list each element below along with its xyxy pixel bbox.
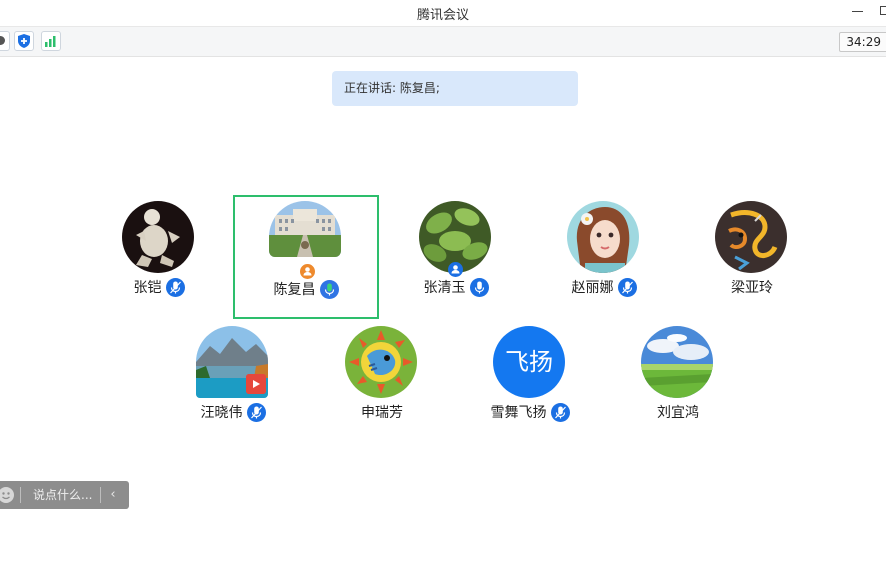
participant-tile[interactable]: 申瑞芳 <box>309 320 455 444</box>
participant-tile[interactable]: 张清玉 <box>383 195 529 319</box>
avatar <box>122 201 194 273</box>
speaking-indicator: 正在讲话: 陈复昌; <box>332 71 578 106</box>
shield-icon[interactable] <box>14 31 34 51</box>
participant-name-row: 张铠 <box>86 277 232 297</box>
microphone-icon <box>469 277 489 297</box>
meeting-timer: 34:29 <box>839 32 886 52</box>
minimize-icon[interactable] <box>852 11 863 12</box>
participant-name: 赵丽娜 <box>571 280 614 296</box>
participant-name: 雪舞飞扬 <box>490 405 547 421</box>
participant-name-row: 陈复昌 <box>235 279 377 299</box>
emoji-icon[interactable] <box>0 487 14 503</box>
participant-name: 申瑞芳 <box>361 405 403 421</box>
chat-bar: 说点什么... ‹ <box>0 481 129 509</box>
avatar <box>641 326 713 398</box>
microphone-icon <box>246 402 266 422</box>
avatar <box>345 326 417 398</box>
microphone-icon <box>550 402 570 422</box>
maximize-icon[interactable] <box>880 6 886 15</box>
microphone-icon <box>165 277 185 297</box>
participant-name-row: 汪晓伟 <box>160 402 306 422</box>
avatar <box>567 201 639 273</box>
window-title: 腾讯会议 <box>416 8 469 23</box>
chevron-left-icon[interactable]: ‹ <box>104 481 122 509</box>
chat-input[interactable]: 说点什么... <box>33 481 92 509</box>
participant-name: 汪晓伟 <box>200 405 243 421</box>
microphone-icon <box>617 277 637 297</box>
participant-name: 刘宜鸿 <box>657 405 699 421</box>
participant-tile[interactable]: 张铠 <box>86 195 232 319</box>
participant-name: 梁亚玲 <box>731 280 773 296</box>
avatar <box>269 201 341 257</box>
participant-name-row: 赵丽娜 <box>531 277 677 297</box>
cohost-icon <box>448 262 463 277</box>
avatar <box>715 201 787 273</box>
participant-name-row: 雪舞飞扬 <box>457 402 603 422</box>
host-icon <box>300 264 315 279</box>
participant-name-row: 梁亚玲 <box>679 277 825 297</box>
participant-name: 陈复昌 <box>273 282 316 298</box>
toolbar: 34:29 <box>0 27 886 57</box>
microphone-speaking-icon <box>319 279 339 299</box>
participant-name: 张清玉 <box>423 280 466 296</box>
participant-tile[interactable]: 梁亚玲 <box>679 195 825 319</box>
participant-name-row: 申瑞芳 <box>309 402 455 422</box>
divider <box>100 487 101 503</box>
meeting-info-icon[interactable] <box>0 31 10 51</box>
screen-share-icon <box>246 374 266 394</box>
avatar: 飞扬 <box>493 326 565 398</box>
network-signal-icon[interactable] <box>41 31 61 51</box>
divider <box>20 487 21 503</box>
participant-tile[interactable]: 汪晓伟 <box>160 320 306 444</box>
participant-name-row: 张清玉 <box>383 277 529 297</box>
participant-tile[interactable]: 刘宜鸿 <box>605 320 751 444</box>
title-bar: 腾讯会议 <box>0 0 886 27</box>
participant-tile[interactable]: 赵丽娜 <box>531 195 677 319</box>
participant-name-row: 刘宜鸿 <box>605 402 751 422</box>
participant-name: 张铠 <box>133 280 162 296</box>
participant-tile[interactable]: 飞扬 雪舞飞扬 <box>457 320 603 444</box>
participant-tile-active[interactable]: 陈复昌 <box>233 195 379 319</box>
